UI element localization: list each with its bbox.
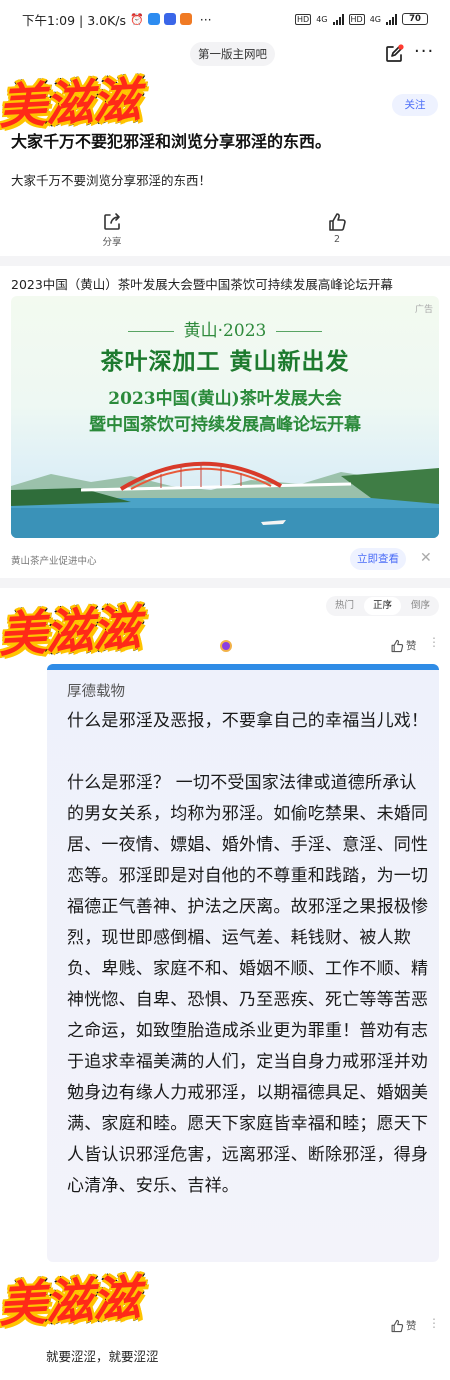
signal-icon (332, 13, 344, 25)
share-icon (104, 213, 120, 230)
status-time-speed: 下午1:09 | 3.0K/s (22, 12, 127, 28)
section-divider (0, 256, 450, 266)
hd-icon-2: HD (348, 13, 365, 25)
banner-line-1: 黄山·2023 (11, 316, 439, 341)
second-reply-text: 就要涩涩，就要涩涩 (46, 1349, 159, 1364)
watermark-logo-bottom: 美滋滋 (0, 1269, 142, 1335)
follow-button[interactable]: 关注 (392, 94, 438, 116)
quoted-content-card: 厚德载物 什么是邪淫及恶报，不要拿自己的幸福当儿戏！ 什么是邪淫？ 一切不受国家… (47, 664, 439, 1262)
bridge-landscape-illustration (11, 461, 439, 538)
orange-app-notification-icon (179, 13, 192, 25)
tieba-notification-icon (163, 13, 176, 25)
status-right: HD 4G HD 4G 70 (295, 13, 428, 25)
banner-line-2: 茶叶深加工 黄山新出发 (100, 349, 350, 375)
sort-descending[interactable]: 倒序 (402, 596, 439, 616)
banner-line-3: 2023中国(黄山)茶叶发展大会 (108, 389, 342, 409)
network-a-label: 4G (316, 14, 328, 24)
ad-close-icon[interactable]: ✕ (420, 550, 432, 566)
user-level-badge-icon (220, 640, 232, 652)
reply-like-label: 赞 (406, 640, 417, 652)
ad-cta-button[interactable]: 立即查看 (350, 548, 406, 570)
reply-like-button-2[interactable]: 赞 (390, 1318, 417, 1333)
thumbs-up-icon (391, 639, 404, 652)
section-divider-2 (0, 578, 450, 588)
reply-more-icon-2[interactable]: ⋮ (428, 1316, 440, 1330)
quote-paragraph-2: 什么是邪淫？ 一切不受国家法律或道德所承认的男女关系，均称为邪淫。如偷吃禁果、未… (67, 773, 429, 1196)
thumbs-up-icon (329, 213, 346, 231)
ad-banner[interactable]: 广告 黄山·2023 茶叶深加工 黄山新出发 2023中国(黄山)茶叶发展大会 … (11, 296, 439, 538)
edit-post-icon[interactable] (384, 44, 404, 64)
alarm-icon: ⏰ (130, 12, 144, 26)
network-b-label: 4G (369, 14, 381, 24)
sort-ascending[interactable]: 正序 (364, 597, 401, 615)
post-like-count: 2 (333, 234, 341, 245)
thumbs-up-icon (391, 1319, 404, 1332)
reply-more-icon[interactable]: ⋮ (428, 636, 440, 648)
sort-toggle: 热门 正序 倒序 (326, 596, 439, 616)
quote-heading: 厚德载物 (67, 684, 125, 700)
ad-title[interactable]: 2023中国（黄山）茶叶发展大会暨中国茶饮可持续发展高峰论坛开幕 (11, 274, 393, 293)
more-options-icon[interactable]: ··· (414, 43, 436, 64)
signal-icon-2 (386, 13, 397, 25)
ad-tag: 广告 (414, 305, 433, 315)
battery-icon: 70 (402, 13, 428, 25)
app-notification-icon (147, 13, 160, 25)
watermark-logo-top: 美滋滋 (0, 71, 142, 137)
forum-name-pill[interactable]: 第一版主网吧 (190, 42, 275, 66)
status-bar: 下午1:09 | 3.0K/s ⏰ ··· HD 4G HD 4G 70 (0, 0, 450, 38)
status-left: 下午1:09 | 3.0K/s ⏰ ··· (22, 10, 212, 29)
reply-like-label-2: 赞 (406, 1320, 417, 1332)
sort-hot[interactable]: 热门 (326, 596, 363, 616)
post-body: 大家千万不要浏览分享邪淫的东西！ (11, 173, 212, 188)
hd-icon: HD (295, 13, 312, 25)
share-label: 分享 (102, 237, 122, 248)
ad-source: 黄山茶产业促进中心 (11, 556, 97, 567)
quote-paragraph-1: 什么是邪淫及恶报，不要拿自己的幸福当儿戏！ (67, 711, 429, 731)
status-dots: ··· (199, 11, 212, 27)
share-button[interactable]: 分享 (82, 212, 142, 248)
post-like-button[interactable]: 2 (307, 212, 367, 245)
banner-line-4: 暨中国茶饮可持续发展高峰论坛开幕 (89, 415, 361, 435)
page: 下午1:09 | 3.0K/s ⏰ ··· HD 4G HD 4G 70 第一版… (0, 0, 450, 1380)
reply-like-button[interactable]: 赞 (390, 638, 417, 653)
watermark-logo-middle: 美滋滋 (0, 599, 142, 665)
quote-text: 什么是邪淫及恶报，不要拿自己的幸福当儿戏！ 什么是邪淫？ 一切不受国家法律或道德… (67, 706, 429, 1202)
